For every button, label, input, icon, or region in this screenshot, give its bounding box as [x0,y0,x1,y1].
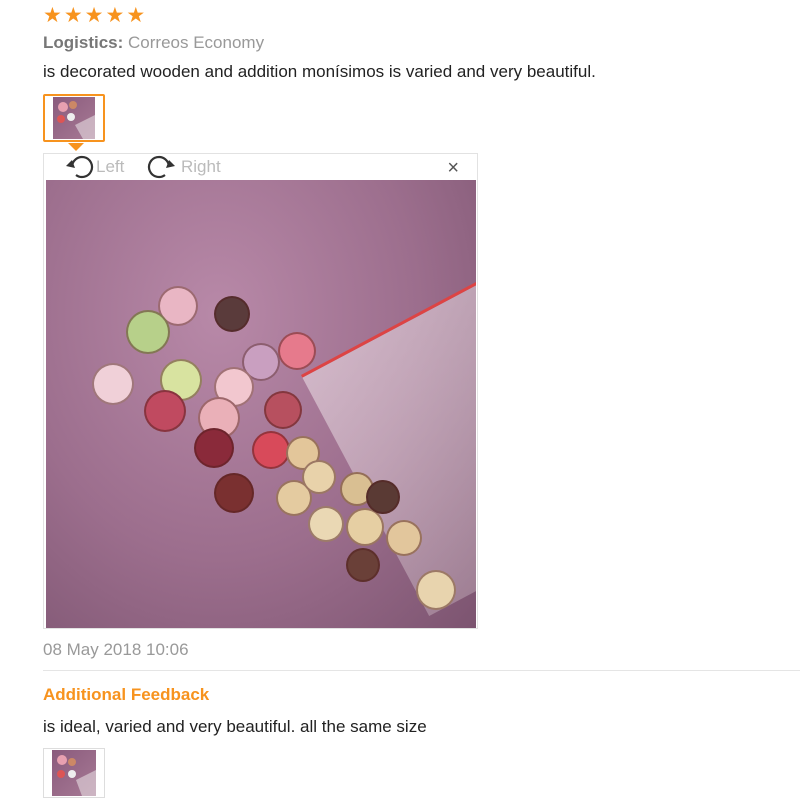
star-icon: ★ [126,4,146,27]
star-icon: ★ [43,4,62,27]
thumbnail-pointer [68,143,84,151]
close-viewer-button[interactable]: × [447,158,459,178]
logistics-value: Correos Economy [128,33,265,52]
logistics-label: Logistics: [43,33,124,52]
review-photo [46,180,476,628]
review-text: is decorated wooden and addition monísim… [43,62,596,81]
thumbnail-image [52,750,96,796]
rotate-right-label: Right [181,157,221,176]
rotate-left-icon [66,155,94,179]
viewer-toolbar: Left Right × [44,154,477,180]
thumbnail-image [53,97,95,139]
divider [43,670,800,671]
rotate-left-button[interactable]: Left [62,155,124,179]
plastic-bag [301,271,476,617]
additional-feedback-title: Additional Feedback [43,685,210,704]
rotate-right-button[interactable]: Right [147,155,221,179]
star-icon: ★ [63,4,83,27]
star-icon: ★ [84,4,104,27]
photo-viewer: Left Right × [43,153,478,629]
star-icon: ★ [105,4,125,27]
review-photo-thumbnail-selected[interactable] [43,94,105,142]
review-date: 08 May 2018 10:06 [43,640,189,659]
additional-feedback-text: is ideal, varied and very beautiful. all… [43,717,427,736]
rotate-left-label: Left [96,157,125,176]
additional-feedback-photo-thumbnail[interactable] [43,748,105,798]
logistics-line: Logistics: Correos Economy [43,33,264,53]
rating-stars: ★ ★ ★ ★ ★ [43,4,146,27]
rotate-right-icon [147,155,175,179]
